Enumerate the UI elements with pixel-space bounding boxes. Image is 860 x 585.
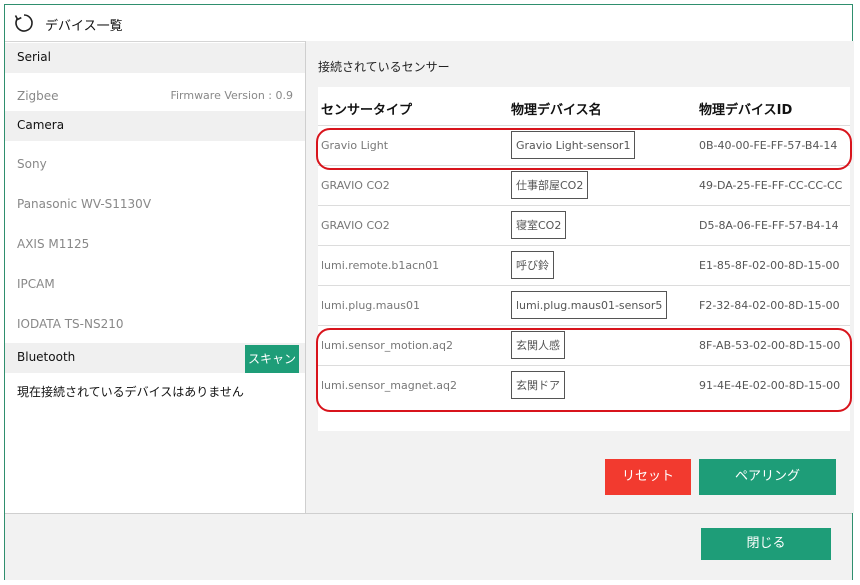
dialog-title: デバイス一覧 xyxy=(45,19,123,34)
device-name-field[interactable]: 寝室CO2 xyxy=(511,211,567,239)
serial-header-label: Serial xyxy=(17,50,51,64)
sensor-type-cell: lumi.plug.maus01 xyxy=(321,299,420,312)
camera-section-header: Camera xyxy=(5,111,305,141)
scan-button[interactable]: スキャン xyxy=(245,345,299,373)
firmware-version: Firmware Version : 0.9 xyxy=(170,89,293,102)
table-row: lumi.remote.b1acn01 呼び鈴 E1-85-8F-02-00-8… xyxy=(318,245,850,286)
sensor-table: センサータイプ 物理デバイス名 物理デバイスID Gravio Light Gr… xyxy=(316,87,852,431)
device-id-cell: D5-8A-06-FE-FF-57-B4-14 xyxy=(699,219,839,232)
column-header-device-id: 物理デバイスID xyxy=(699,103,793,118)
sensor-panel: 接続されているセンサー センサータイプ 物理デバイス名 物理デバイスID Gra… xyxy=(306,41,854,513)
bluetooth-header-label: Bluetooth xyxy=(17,350,76,364)
refresh-icon[interactable] xyxy=(13,12,35,34)
camera-item[interactable]: AXIS M1125 xyxy=(17,237,89,251)
camera-item[interactable]: Panasonic WV-S1130V xyxy=(17,197,151,211)
table-row: GRAVIO CO2 仕事部屋CO2 49-DA-25-FE-FF-CC-CC-… xyxy=(318,165,850,206)
zigbee-item[interactable]: Zigbee xyxy=(17,89,59,103)
sensor-type-cell: GRAVIO CO2 xyxy=(321,179,390,192)
camera-header-label: Camera xyxy=(17,118,65,132)
highlight-annotation xyxy=(316,328,852,412)
close-button[interactable]: 閉じる xyxy=(701,528,831,560)
column-header-sensor-type: センサータイプ xyxy=(321,103,413,118)
device-id-cell: E1-85-8F-02-00-8D-15-00 xyxy=(699,259,840,272)
camera-item[interactable]: IODATA TS-NS210 xyxy=(17,317,124,331)
column-header-device-name: 物理デバイス名 xyxy=(511,103,602,118)
device-name-field[interactable]: lumi.plug.maus01-sensor5 xyxy=(511,291,668,319)
reset-button[interactable]: リセット xyxy=(605,459,691,495)
highlight-annotation xyxy=(316,128,852,170)
dialog-footer: 閉じる xyxy=(5,513,852,580)
sensor-type-cell: GRAVIO CO2 xyxy=(321,219,390,232)
device-category-panel: Serial Zigbee Firmware Version : 0.9 Cam… xyxy=(5,41,306,513)
table-row: GRAVIO CO2 寝室CO2 D5-8A-06-FE-FF-57-B4-14 xyxy=(318,205,850,246)
device-name-field[interactable]: 呼び鈴 xyxy=(511,251,554,279)
device-name-field[interactable]: 仕事部屋CO2 xyxy=(511,171,589,199)
camera-item[interactable]: Sony xyxy=(17,157,47,171)
device-list-dialog: デバイス一覧 Serial Zigbee Firmware Version : … xyxy=(4,4,854,580)
camera-item[interactable]: IPCAM xyxy=(17,277,55,291)
device-id-cell: 49-DA-25-FE-FF-CC-CC-CC xyxy=(699,179,843,192)
device-id-cell: F2-32-84-02-00-8D-15-00 xyxy=(699,299,840,312)
serial-section-header: Serial xyxy=(5,43,305,73)
connected-sensors-title: 接続されているセンサー xyxy=(318,60,450,74)
no-device-message: 現在接続されているデバイスはありません xyxy=(17,385,244,399)
sensor-type-cell: lumi.remote.b1acn01 xyxy=(321,259,440,272)
pairing-button[interactable]: ペアリング xyxy=(699,459,836,495)
table-row: lumi.plug.maus01 lumi.plug.maus01-sensor… xyxy=(318,285,850,326)
title-bar: デバイス一覧 xyxy=(5,5,852,42)
